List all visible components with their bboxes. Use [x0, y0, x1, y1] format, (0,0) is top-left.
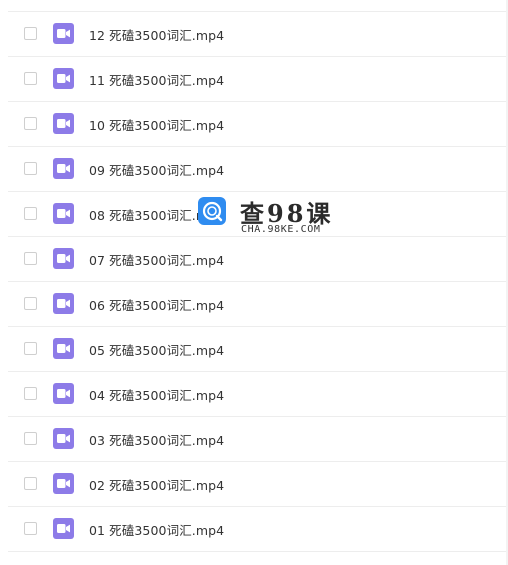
video-file-icon [53, 248, 74, 269]
row-checkbox[interactable] [24, 117, 37, 130]
row-checkbox[interactable] [24, 387, 37, 400]
file-name[interactable]: 04 死磕3500词汇.mp4 [89, 385, 224, 404]
file-row[interactable] [8, 0, 508, 12]
row-checkbox[interactable] [24, 27, 37, 40]
file-row[interactable]: 12 死磕3500词汇.mp4 [8, 12, 508, 57]
file-row[interactable]: 02 死磕3500词汇.mp4 [8, 462, 508, 507]
file-name[interactable]: 06 死磕3500词汇.mp4 [89, 295, 224, 314]
file-row[interactable]: 03 死磕3500词汇.mp4 [8, 417, 508, 462]
row-checkbox[interactable] [24, 522, 37, 535]
video-file-icon [53, 338, 74, 359]
row-checkbox[interactable] [24, 297, 37, 310]
file-name[interactable]: 10 死磕3500词汇.mp4 [89, 115, 224, 134]
file-name[interactable]: 02 死磕3500词汇.mp4 [89, 475, 224, 494]
file-name[interactable]: 03 死磕3500词汇.mp4 [89, 430, 224, 449]
row-checkbox[interactable] [24, 477, 37, 490]
watermark-subtitle: CHA.98KE.COM [241, 224, 321, 235]
row-checkbox[interactable] [24, 162, 37, 175]
file-name[interactable]: 01 死磕3500词汇.mp4 [89, 520, 224, 539]
video-file-icon [53, 518, 74, 539]
file-row[interactable]: 10 死磕3500词汇.mp4 [8, 102, 508, 147]
row-checkbox[interactable] [24, 252, 37, 265]
file-row[interactable]: 06 死磕3500词汇.mp4 [8, 282, 508, 327]
file-list-panel: 12 死磕3500词汇.mp4 11 死磕3500词汇.mp4 10 死磕3500词… [0, 0, 508, 565]
watermark-logo-icon [198, 197, 226, 225]
row-checkbox[interactable] [24, 432, 37, 445]
video-file-icon [53, 113, 74, 134]
file-name[interactable]: 07 死磕3500词汇.mp4 [89, 250, 224, 269]
video-file-icon [53, 428, 74, 449]
row-checkbox[interactable] [24, 72, 37, 85]
file-row[interactable]: 05 死磕3500词汇.mp4 [8, 327, 508, 372]
row-checkbox[interactable] [24, 342, 37, 355]
video-file-icon [53, 158, 74, 179]
video-file-icon [53, 293, 74, 314]
video-file-icon [53, 473, 74, 494]
file-row[interactable]: 09 死磕3500词汇.mp4 [8, 147, 508, 192]
file-name[interactable]: 12 死磕3500词汇.mp4 [89, 25, 224, 44]
video-file-icon [53, 203, 74, 224]
file-name[interactable]: 09 死磕3500词汇.mp4 [89, 160, 224, 179]
row-checkbox[interactable] [24, 207, 37, 220]
file-row[interactable]: 07 死磕3500词汇.mp4 [8, 237, 508, 282]
file-row[interactable]: 01 死磕3500词汇.mp4 [8, 507, 508, 552]
video-file-icon [53, 23, 74, 44]
file-name[interactable]: 11 死磕3500词汇.mp4 [89, 70, 224, 89]
file-list: 12 死磕3500词汇.mp4 11 死磕3500词汇.mp4 10 死磕3500词… [0, 0, 508, 552]
file-row[interactable]: 04 死磕3500词汇.mp4 [8, 372, 508, 417]
video-file-icon [53, 68, 74, 89]
file-row[interactable]: 11 死磕3500词汇.mp4 [8, 57, 508, 102]
file-name[interactable]: 05 死磕3500词汇.mp4 [89, 340, 224, 359]
video-file-icon [53, 383, 74, 404]
watermark: 查98课 CHA.98KE.COM [198, 197, 338, 241]
